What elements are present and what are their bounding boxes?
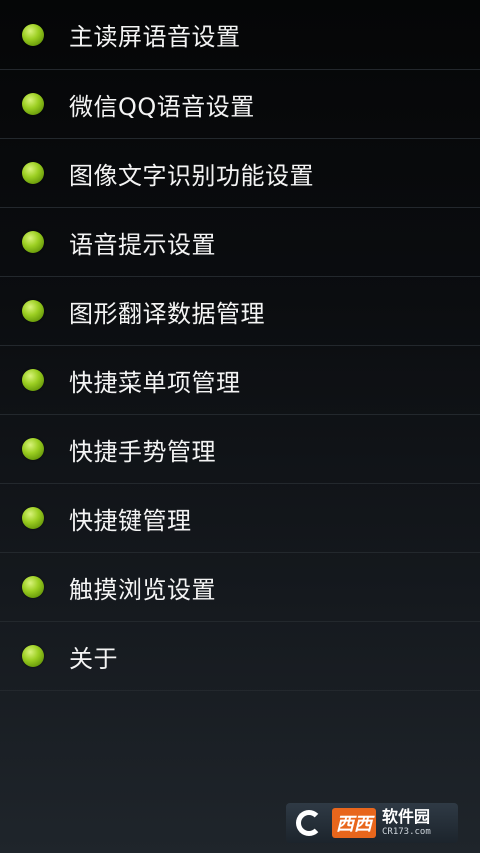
menu-item-label: 语音提示设置 (69, 230, 216, 259)
green-dot-icon (22, 300, 44, 322)
menu-item-touch-browse[interactable]: 触摸浏览设置 (0, 553, 480, 622)
watermark-url: CR173.com (382, 827, 431, 837)
menu-item-about[interactable]: 关于 (0, 622, 480, 691)
site-watermark: 西西 软件园 CR173.com (286, 803, 458, 843)
settings-menu-list: 主读屏语音设置 微信QQ语音设置 图像文字识别功能设置 语音提示设置 图形翻译数… (0, 0, 480, 691)
green-dot-icon (22, 23, 44, 46)
green-dot-icon (22, 438, 44, 460)
menu-item-graphic-translation-data[interactable]: 图形翻译数据管理 (0, 277, 480, 346)
green-dot-icon (22, 507, 44, 529)
menu-item-label: 图像文字识别功能设置 (69, 161, 314, 190)
menu-item-shortcut-keys[interactable]: 快捷键管理 (0, 484, 480, 553)
watermark-logo-icon (286, 803, 332, 843)
green-dot-icon (22, 231, 44, 253)
green-dot-icon (22, 645, 44, 667)
watermark-title: 软件园 (382, 807, 431, 826)
menu-item-label: 关于 (69, 644, 118, 673)
menu-item-image-text-recognition[interactable]: 图像文字识别功能设置 (0, 139, 480, 208)
menu-item-label: 快捷手势管理 (69, 437, 216, 466)
green-dot-icon (22, 162, 44, 184)
menu-item-voice-prompt[interactable]: 语音提示设置 (0, 208, 480, 277)
menu-item-label: 微信QQ语音设置 (69, 92, 255, 121)
menu-item-shortcut-gestures[interactable]: 快捷手势管理 (0, 415, 480, 484)
menu-item-label: 快捷菜单项管理 (69, 368, 241, 397)
menu-item-label: 触摸浏览设置 (69, 575, 216, 604)
green-dot-icon (22, 576, 44, 598)
green-dot-icon (22, 369, 44, 391)
menu-item-main-screen-reader-voice[interactable]: 主读屏语音设置 (0, 0, 480, 70)
menu-item-label: 快捷键管理 (69, 506, 192, 535)
watermark-brand: 西西 (332, 808, 376, 838)
menu-item-wechat-qq-voice[interactable]: 微信QQ语音设置 (0, 70, 480, 139)
green-dot-icon (22, 93, 44, 115)
menu-item-label: 主读屏语音设置 (69, 23, 241, 51)
menu-item-label: 图形翻译数据管理 (69, 299, 265, 328)
menu-item-shortcut-menu-items[interactable]: 快捷菜单项管理 (0, 346, 480, 415)
watermark-text: 软件园 CR173.com (382, 809, 431, 837)
